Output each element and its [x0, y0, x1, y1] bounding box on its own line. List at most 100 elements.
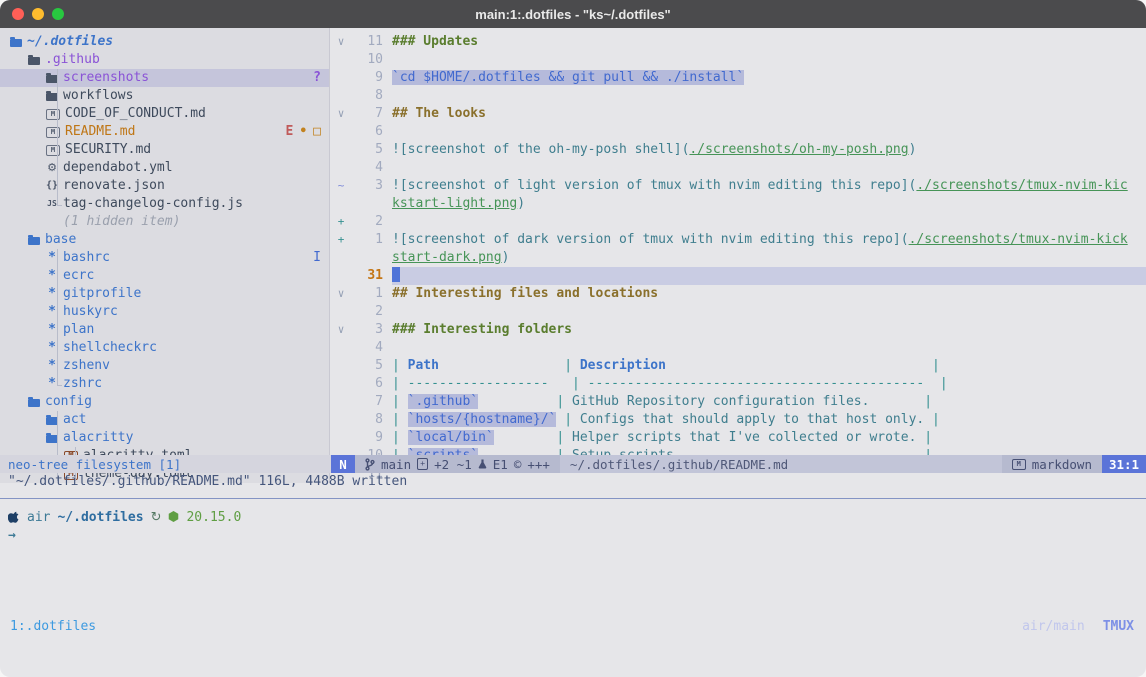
tree-item-readme-md[interactable]: MREADME.mdE•□	[0, 123, 329, 141]
tmux-pane-separator[interactable]	[0, 498, 1146, 499]
tree-item-bashrc[interactable]: *bashrcI	[0, 249, 329, 267]
tree-item-screenshots[interactable]: screenshots?	[0, 69, 329, 87]
tree-item-tag-changelog-config-js[interactable]: JStag-changelog-config.js	[0, 195, 329, 213]
tree-item-label: act	[63, 411, 86, 429]
editor-line[interactable]: ∨3### Interesting folders	[331, 321, 1146, 339]
line-number: 3	[351, 321, 392, 339]
file-tree: ~/.dotfiles.githubscreenshots?workflowsM…	[0, 33, 329, 483]
editor-line[interactable]: 7| `.github` | GitHub Repository configu…	[331, 393, 1146, 411]
terminal-window: main:1:.dotfiles - "ks~/.dotfiles" ~/.do…	[0, 0, 1146, 677]
gutter	[331, 159, 351, 177]
tree-item-act[interactable]: act	[0, 411, 329, 429]
line-text: | `.github` | GitHub Repository configur…	[392, 393, 1146, 411]
tree-item-gitprofile[interactable]: *gitprofile	[0, 285, 329, 303]
line-number: 2	[351, 213, 392, 231]
markdown-icon: M	[1012, 459, 1026, 470]
item-badges: E•□	[286, 123, 329, 141]
editor-line[interactable]: 5![screenshot of the oh-my-posh shell](.…	[331, 141, 1146, 159]
editor-line[interactable]: 2	[331, 303, 1146, 321]
tree-item-code-of-conduct-md[interactable]: MCODE_OF_CONDUCT.md	[0, 105, 329, 123]
badge-I: I	[313, 249, 321, 267]
title-bar[interactable]: main:1:.dotfiles - "ks~/.dotfiles"	[0, 0, 1146, 28]
editor-buffer[interactable]: ∨11### Updates109`cd $HOME/.dotfiles && …	[331, 28, 1146, 483]
editor-line[interactable]: ∨11### Updates	[331, 33, 1146, 51]
editor-line[interactable]: +2	[331, 213, 1146, 231]
tree-item-renovate-json[interactable]: {}renovate.json	[0, 177, 329, 195]
tree-guide	[57, 249, 58, 385]
neo-tree-sidebar: ~/.dotfiles.githubscreenshots?workflowsM…	[0, 28, 330, 483]
editor-line[interactable]: 8	[331, 87, 1146, 105]
line-text: ![screenshot of dark version of tmux wit…	[392, 231, 1146, 249]
tree-item-huskyrc[interactable]: *huskyrc	[0, 303, 329, 321]
tree-item-alacritty[interactable]: alacritty	[0, 429, 329, 447]
close-button[interactable]	[12, 8, 24, 20]
tree-item-workflows[interactable]: workflows	[0, 87, 329, 105]
fold-chevron-icon: ∨	[331, 321, 351, 339]
editor-line[interactable]: ~3![screenshot of light version of tmux …	[331, 177, 1146, 195]
badge-?: ?	[313, 69, 321, 87]
cursor	[392, 267, 400, 282]
editor-line[interactable]: 4	[331, 339, 1146, 357]
prompt-arrow[interactable]: →	[8, 527, 16, 545]
gutter	[331, 411, 351, 429]
tree-item-zshrc[interactable]: *zshrc	[0, 375, 329, 393]
editor-line[interactable]: 6	[331, 123, 1146, 141]
editor-line[interactable]: 10	[331, 51, 1146, 69]
tree-item-zshenv[interactable]: *zshenv	[0, 357, 329, 375]
tree-guide	[57, 69, 58, 205]
tree-item-base[interactable]: base	[0, 231, 329, 249]
gutter	[331, 357, 351, 375]
tree-item-plan[interactable]: *plan	[0, 321, 329, 339]
minimize-button[interactable]	[32, 8, 44, 20]
tmux-right-status: air/main TMUX	[1022, 617, 1146, 637]
line-text	[392, 339, 1146, 357]
prompt-cwd: ~/.dotfiles	[57, 510, 143, 525]
tree-item--github[interactable]: .github	[0, 51, 329, 69]
editor-line[interactable]: ∨7## The looks	[331, 105, 1146, 123]
tree-item-shellcheckrc[interactable]: *shellcheckrc	[0, 339, 329, 357]
line-text: ![screenshot of the oh-my-posh shell](./…	[392, 141, 1146, 159]
gutter	[331, 195, 351, 213]
line-text	[392, 303, 1146, 321]
editor-line[interactable]: +1![screenshot of dark version of tmux w…	[331, 231, 1146, 249]
editor-line[interactable]: 9| `local/bin` | Helper scripts that I'v…	[331, 429, 1146, 447]
tree-item-security-md[interactable]: MSECURITY.md	[0, 141, 329, 159]
line-text	[392, 51, 1146, 69]
zoom-button[interactable]	[52, 8, 64, 20]
editor-line[interactable]: 8| `hosts/{hostname}/` | Configs that sh…	[331, 411, 1146, 429]
editor-line[interactable]: 4	[331, 159, 1146, 177]
line-number: 6	[351, 123, 392, 141]
line-text: ### Interesting folders	[392, 321, 1146, 339]
tree-item-config[interactable]: config	[0, 393, 329, 411]
tree-item-ecrc[interactable]: *ecrc	[0, 267, 329, 285]
editor-line[interactable]: start-dark.png)	[331, 249, 1146, 267]
line-text: | `local/bin` | Helper scripts that I've…	[392, 429, 1146, 447]
editor-line[interactable]: 6| ------------------ | ----------------…	[331, 375, 1146, 393]
editor-line[interactable]: ∨1## Interesting files and locations	[331, 285, 1146, 303]
gitsign-added: +	[338, 233, 345, 246]
line-number: 9	[351, 69, 392, 87]
tree-item-label: bashrc	[63, 249, 110, 267]
tree-item-label: (1 hidden item)	[63, 213, 180, 231]
file-path: ~/.dotfiles/.github/README.md	[560, 455, 1002, 473]
tree-item-label: workflows	[63, 87, 133, 105]
tmux-session-name: air/main	[1022, 617, 1085, 637]
prompt-hostname: air	[27, 510, 50, 525]
editor-line[interactable]: kstart-light.png)	[331, 195, 1146, 213]
line-number: 11	[351, 33, 392, 51]
gutter	[331, 141, 351, 159]
folder-icon	[28, 237, 40, 245]
tree-item-dependabot-yml[interactable]: ⚙dependabot.yml	[0, 159, 329, 177]
editor-line[interactable]: 5| Path | Description |	[331, 357, 1146, 375]
command-line-message: "~/.dotfiles/.github/README.md" 116L, 44…	[0, 473, 1146, 491]
line-text: kstart-light.png)	[392, 195, 1146, 213]
tree-item-label: plan	[63, 321, 94, 339]
editor-line[interactable]: 31	[331, 267, 1146, 285]
editor-line[interactable]: 9`cd $HOME/.dotfiles && git pull && ./in…	[331, 69, 1146, 87]
tree-item--1-hidden-item-[interactable]: (1 hidden item)	[0, 213, 329, 231]
filetype-segment: M markdown	[1002, 455, 1102, 473]
extra-flags: +++	[527, 457, 550, 472]
tree-item--dotfiles[interactable]: ~/.dotfiles	[0, 33, 329, 51]
neotree-status: neo-tree filesystem [1]	[0, 455, 331, 473]
tmux-window-name[interactable]: 1:.dotfiles	[0, 617, 96, 637]
